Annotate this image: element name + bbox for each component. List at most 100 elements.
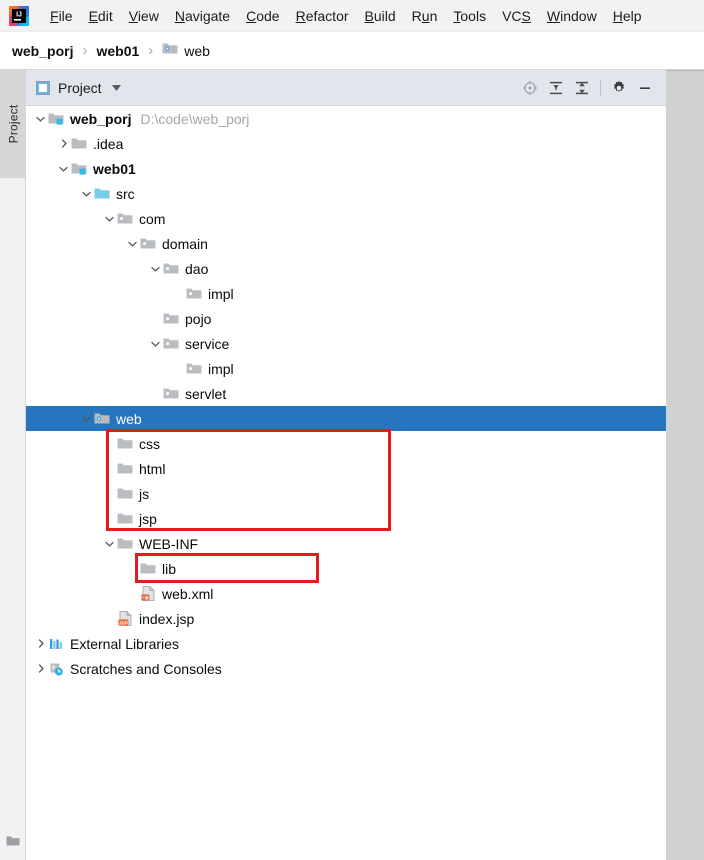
tree-node-label: js (139, 485, 150, 502)
module-root-icon (70, 162, 88, 175)
tree-node-label: domain (162, 235, 208, 252)
tree-node-label: dao (185, 260, 209, 277)
tree-node-impl[interactable]: impl (26, 356, 666, 381)
tree-node-service[interactable]: service (26, 331, 666, 356)
tree-node-jsp[interactable]: jsp (26, 506, 666, 531)
menu-item-refactor[interactable]: Refactor (288, 5, 357, 27)
chevron-down-icon[interactable] (80, 187, 93, 200)
tree-node-index-jsp[interactable]: JSP index.jsp (26, 606, 666, 631)
tree-node-web01[interactable]: web01 (26, 156, 666, 181)
chevron-down-icon[interactable] (126, 237, 139, 250)
tree-node-css[interactable]: css (26, 431, 666, 456)
tree-node-scratches-and-consoles[interactable]: Scratches and Consoles (26, 656, 666, 681)
tree-node-label: html (139, 460, 166, 477)
tree-node-label: WEB-INF (139, 535, 199, 552)
tree-node-web-inf[interactable]: WEB-INF (26, 531, 666, 556)
source-root-icon (93, 187, 111, 200)
tree-node-servlet[interactable]: servlet (26, 381, 666, 406)
tree-node-label: web.xml (162, 585, 214, 602)
tree-node-pojo[interactable]: pojo (26, 306, 666, 331)
menu-item-tools[interactable]: Tools (445, 5, 494, 27)
scratches-icon (47, 662, 65, 676)
tree-node-label: src (116, 185, 135, 202)
tree-node-domain[interactable]: domain (26, 231, 666, 256)
svg-text:IJ: IJ (16, 11, 22, 18)
locate-target-icon[interactable] (517, 75, 543, 101)
package-icon (162, 387, 180, 400)
chevron-down-icon[interactable] (111, 83, 121, 93)
menu-item-build[interactable]: Build (357, 5, 404, 27)
tree-node-js[interactable]: js (26, 481, 666, 506)
tree-arrow-placeholder (149, 312, 162, 325)
svg-text:<◉: <◉ (142, 595, 150, 600)
package-icon (162, 312, 180, 325)
project-tool-window-header: Project (26, 70, 666, 106)
chevron-down-icon[interactable] (57, 162, 70, 175)
tree-node-dao[interactable]: dao (26, 256, 666, 281)
tree-node-label: web01 (93, 160, 136, 177)
tree-node-impl[interactable]: impl (26, 281, 666, 306)
folder-icon (116, 487, 134, 500)
tree-arrow-placeholder (103, 437, 116, 450)
tree-node-path: D:\code\web_porj (140, 110, 250, 127)
chevron-down-icon[interactable] (80, 412, 93, 425)
breadcrumb-item-web_porj[interactable]: web_porj (12, 43, 73, 59)
tree-node-html[interactable]: html (26, 456, 666, 481)
menu-item-navigate[interactable]: Navigate (167, 5, 238, 27)
menu-item-vcs[interactable]: VCS (494, 5, 539, 27)
tree-node-label: impl (208, 360, 234, 377)
tree-node-label: pojo (185, 310, 212, 327)
tree-node-web[interactable]: web (26, 406, 666, 431)
chevron-right-icon[interactable] (57, 137, 70, 150)
menu-item-file[interactable]: File (42, 5, 81, 27)
tree-arrow-placeholder (126, 587, 139, 600)
chevron-down-icon[interactable] (34, 112, 47, 125)
folder-icon (116, 437, 134, 450)
tree-arrow-placeholder (103, 462, 116, 475)
toolbar-divider (600, 79, 601, 96)
chevron-right-icon[interactable] (34, 662, 47, 675)
xml-file-icon: <◉ (139, 586, 157, 601)
menu-item-run[interactable]: Run (404, 5, 446, 27)
chevron-down-icon[interactable] (103, 212, 116, 225)
project-tree[interactable]: web_porj D:\code\web_porj .idea web01 src com… (26, 106, 666, 860)
gear-icon[interactable] (606, 75, 632, 101)
breadcrumb-item-web[interactable]: web (162, 42, 210, 60)
menu-item-help[interactable]: Help (605, 5, 650, 27)
breadcrumb-item-label: web (184, 42, 210, 59)
breadcrumb: web_porj › web01 › web (0, 32, 704, 70)
tree-arrow-placeholder (172, 287, 185, 300)
chevron-down-icon[interactable] (149, 262, 162, 275)
breadcrumb-item-web01[interactable]: web01 (96, 43, 139, 59)
tree-node-label: .idea (93, 135, 124, 152)
tree-node-com[interactable]: com (26, 206, 666, 231)
tool-tab-project-label: Project (6, 104, 20, 144)
chevron-right-icon[interactable] (34, 637, 47, 650)
menu-item-code[interactable]: Code (238, 5, 287, 27)
menu-item-edit[interactable]: Edit (81, 5, 121, 27)
svg-text:JSP: JSP (118, 620, 128, 626)
tree-node-src[interactable]: src (26, 181, 666, 206)
tree-node-lib[interactable]: lib (26, 556, 666, 581)
chevron-down-icon[interactable] (149, 337, 162, 350)
menu-item-view[interactable]: View (121, 5, 167, 27)
tree-node-label: web_porj (70, 110, 132, 127)
tree-node-external-libraries[interactable]: External Libraries (26, 631, 666, 656)
tree-node-web-xml[interactable]: <◉ web.xml (26, 581, 666, 606)
tool-tab-project[interactable]: Project (0, 70, 26, 178)
tree-node--idea[interactable]: .idea (26, 131, 666, 156)
jsp-file-icon: JSP (116, 611, 134, 626)
expand-all-icon[interactable] (543, 75, 569, 101)
folder-icon (116, 537, 134, 550)
breadcrumb-separator: › (82, 42, 88, 59)
tree-node-web-porj[interactable]: web_porj D:\code\web_porj (26, 106, 666, 131)
chevron-down-icon[interactable] (103, 537, 116, 550)
intellij-idea-window: IJ File Edit View Navigate Code Refactor Build… (0, 0, 704, 860)
package-icon (185, 362, 203, 375)
minimize-icon[interactable] (632, 75, 658, 101)
tree-node-label: External Libraries (70, 635, 179, 652)
collapse-all-icon[interactable] (569, 75, 595, 101)
project-tool-window-title: Project (58, 79, 102, 96)
module-root-icon (47, 112, 65, 125)
menu-item-window[interactable]: Window (539, 5, 605, 27)
